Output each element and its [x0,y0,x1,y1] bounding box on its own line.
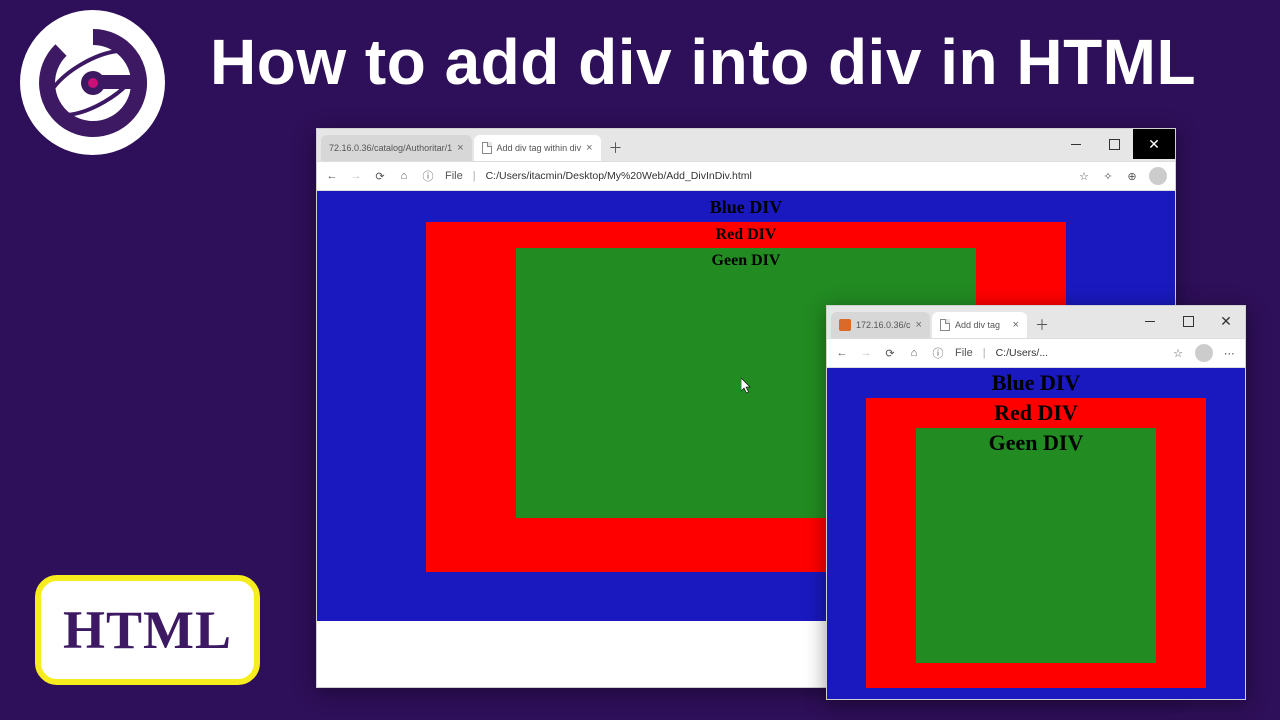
maximize-button[interactable] [1095,129,1133,159]
new-tab-button[interactable]: ＋ [1031,314,1053,336]
back-icon[interactable]: ← [835,346,849,360]
browser-tab-active[interactable]: Add div tag within div × [474,135,601,161]
blue-div-label: Blue DIV [317,197,1175,218]
red-div: Red DIV Geen DIV [866,398,1206,688]
page-title: How to add div into div in HTML [210,25,1196,99]
tab-bar: 72.16.0.36/catalog/Authoritar/1 × Add di… [317,129,1175,161]
close-icon[interactable]: × [457,142,463,154]
url-text[interactable]: C:/Users/itacmin/Desktop/My%20Web/Add_Di… [486,170,752,182]
info-icon: ⓘ [931,346,945,360]
window-controls: ✕ [1131,306,1245,336]
collections-icon[interactable]: ⊕ [1125,169,1139,183]
green-div-label: Geen DIV [916,430,1156,456]
document-icon [482,142,492,154]
star-icon[interactable]: ☆ [1077,169,1091,183]
tab-label: 72.16.0.36/catalog/Authoritar/1 [329,143,452,153]
close-icon[interactable]: × [916,319,922,331]
tab-label: Add div tag [955,320,1000,330]
refresh-icon[interactable]: ⟳ [883,346,897,360]
refresh-icon[interactable]: ⟳ [373,169,387,183]
browser-window-small: 172.16.0.36/c × Add div tag × ＋ ✕ ← → ⟳ … [826,305,1246,700]
forward-icon[interactable]: → [859,346,873,360]
favorites-icon[interactable]: ✧ [1101,169,1115,183]
url-text[interactable]: C:/Users/... [996,347,1049,359]
page-viewport: Blue DIV Red DIV Geen DIV [827,368,1245,699]
forward-icon[interactable]: → [349,169,363,183]
blue-div: Blue DIV Red DIV Geen DIV [827,368,1245,699]
close-button[interactable]: ✕ [1133,129,1175,159]
green-div-label: Geen DIV [516,252,976,270]
green-div: Geen DIV [916,428,1156,663]
logo-icon [33,23,153,143]
minimize-button[interactable] [1131,306,1169,336]
home-icon[interactable]: ⌂ [907,346,921,360]
profile-avatar[interactable] [1195,344,1213,362]
brand-logo [20,10,165,155]
minimize-button[interactable] [1057,129,1095,159]
address-bar: ← → ⟳ ⌂ ⓘ File | C:/Users/itacmin/Deskto… [317,161,1175,191]
browser-tab-active[interactable]: Add div tag × [932,312,1027,338]
close-icon[interactable]: × [586,142,592,154]
back-icon[interactable]: ← [325,169,339,183]
new-tab-button[interactable]: ＋ [605,137,627,159]
scheme-label: File [445,170,463,182]
profile-avatar[interactable] [1149,167,1167,185]
close-button[interactable]: ✕ [1207,306,1245,336]
tab-label: Add div tag within div [497,143,582,153]
tab-bar: 172.16.0.36/c × Add div tag × ＋ ✕ [827,306,1245,338]
star-icon[interactable]: ☆ [1171,346,1185,360]
red-div-label: Red DIV [866,400,1206,426]
red-div-label: Red DIV [426,226,1066,244]
tab-label: 172.16.0.36/c [856,320,911,330]
html-badge: HTML [35,575,260,685]
browser-tab-inactive[interactable]: 72.16.0.36/catalog/Authoritar/1 × [321,135,472,161]
home-icon[interactable]: ⌂ [397,169,411,183]
browser-tab-inactive[interactable]: 172.16.0.36/c × [831,312,930,338]
menu-icon[interactable]: ⋯ [1223,346,1237,360]
info-icon: ⓘ [421,169,435,183]
site-icon [839,319,851,331]
document-icon [940,319,950,331]
close-icon[interactable]: × [1013,319,1019,331]
address-bar: ← → ⟳ ⌂ ⓘ File | C:/Users/... ☆ ⋯ [827,338,1245,368]
maximize-button[interactable] [1169,306,1207,336]
blue-div-label: Blue DIV [827,370,1245,396]
scheme-label: File [955,347,973,359]
window-controls: ✕ [1057,129,1175,159]
